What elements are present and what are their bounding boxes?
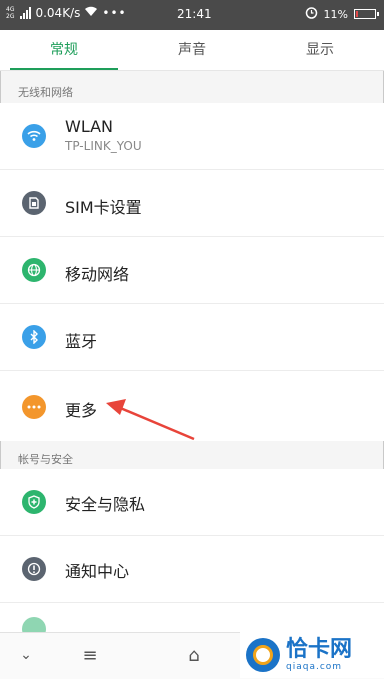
shield-icon	[22, 490, 46, 514]
more-dots-icon	[22, 395, 46, 419]
wlan-network-name: TP-LINK_YOU	[65, 139, 142, 153]
wifi-status-icon	[84, 6, 98, 20]
sim-card-icon	[22, 191, 46, 215]
menu-icon[interactable]: ≡	[78, 643, 102, 667]
mobile-network-title: 移动网络	[65, 265, 130, 284]
network-type-2: 2G	[6, 13, 15, 20]
network-type-1: 4G	[6, 6, 15, 13]
setting-row-security[interactable]: 安全与隐私	[0, 469, 384, 535]
tab-general[interactable]: 常规	[0, 30, 128, 70]
more-notifications-icon: •••	[102, 6, 127, 20]
account-settings-list: 安全与隐私 通知中心	[0, 469, 384, 632]
settings-tabs: 常规 声音 显示	[0, 30, 384, 71]
bluetooth-title: 蓝牙	[65, 332, 98, 351]
setting-row-sim[interactable]: SIM卡设置	[0, 170, 384, 236]
alarm-icon	[305, 6, 318, 22]
bluetooth-icon	[22, 325, 46, 349]
battery-icon	[354, 9, 379, 19]
watermark-logo-icon	[246, 637, 280, 672]
chevron-down-icon[interactable]: ⌄	[14, 643, 38, 667]
section-header-wireless: 无线和网络	[18, 86, 73, 99]
status-left: 4G 2G 0.04K/s •••	[6, 6, 127, 20]
security-title: 安全与隐私	[65, 495, 146, 514]
home-icon[interactable]: ⌂	[182, 643, 206, 667]
setting-row-partial[interactable]	[0, 603, 384, 632]
more-title: 更多	[65, 401, 98, 420]
status-bar: 4G 2G 0.04K/s ••• 21:41 11%	[0, 0, 384, 30]
alert-icon	[22, 557, 46, 581]
setting-row-wlan[interactable]: WLAN TP-LINK_YOU	[0, 103, 384, 169]
signal-icon	[20, 7, 32, 19]
clock: 21:41	[177, 7, 212, 21]
sim-title: SIM卡设置	[65, 198, 142, 217]
section-header-account: 帐号与安全	[18, 453, 73, 466]
watermark-title: 恰卡网	[286, 636, 353, 662]
setting-row-bluetooth[interactable]: 蓝牙	[0, 304, 384, 370]
wireless-settings-list: WLAN TP-LINK_YOU SIM卡设置 移动网络 蓝牙 更多	[0, 103, 384, 441]
notification-center-title: 通知中心	[65, 562, 130, 581]
battery-percent: 11%	[323, 7, 348, 21]
tab-sound[interactable]: 声音	[128, 30, 256, 70]
watermark-url: qiaqa.com	[286, 661, 343, 672]
annotation-arrow	[106, 399, 195, 441]
setting-row-notification-center[interactable]: 通知中心	[0, 536, 384, 602]
wifi-icon	[22, 124, 46, 148]
network-type-indicator: 4G 2G	[6, 6, 14, 20]
network-speed: 0.04K/s	[35, 6, 81, 20]
tab-display[interactable]: 显示	[256, 30, 384, 70]
site-watermark: 恰卡网 qiaqa.com	[240, 631, 384, 678]
wlan-title: WLAN	[65, 117, 114, 136]
setting-row-mobile-network[interactable]: 移动网络	[0, 237, 384, 303]
globe-icon	[22, 258, 46, 282]
status-right: 11%	[305, 6, 379, 22]
partial-row-icon	[22, 617, 46, 632]
